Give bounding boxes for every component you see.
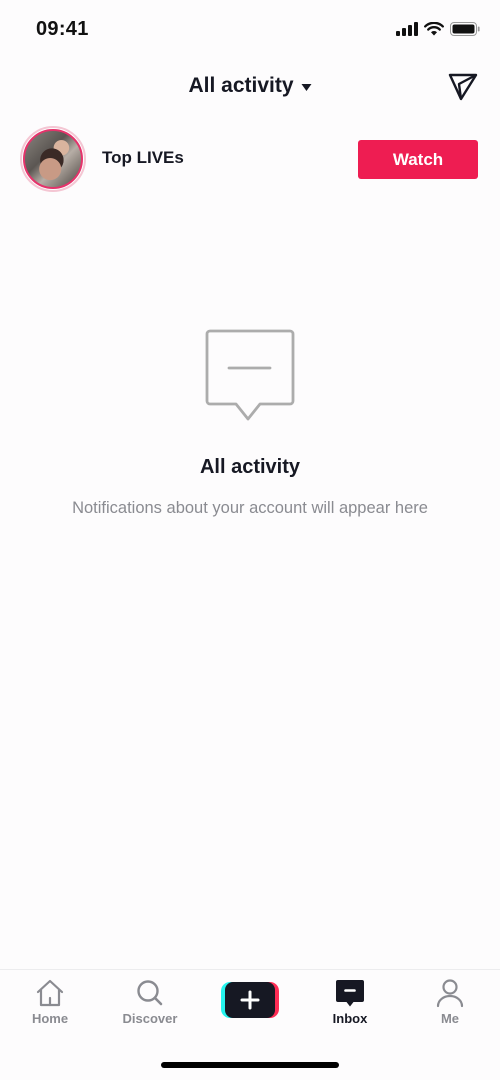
watch-button[interactable]: Watch	[358, 140, 478, 179]
tab-discover[interactable]: Discover	[110, 978, 190, 1026]
tab-home[interactable]: Home	[10, 978, 90, 1026]
search-icon	[137, 980, 163, 1006]
empty-state: All activity Notifications about your ac…	[0, 328, 500, 518]
tab-inbox-label: Inbox	[332, 1011, 368, 1026]
tab-home-label: Home	[31, 1011, 69, 1026]
send-direct-message-icon	[448, 73, 478, 101]
create-button-core	[225, 982, 275, 1018]
direct-messages-button[interactable]	[446, 70, 480, 104]
cellular-signal-icon	[396, 22, 418, 36]
create-button[interactable]	[221, 982, 279, 1018]
tab-me-label: Me	[440, 1011, 460, 1026]
activity-filter-dropdown[interactable]: All activity	[188, 74, 312, 98]
status-bar: 09:41	[0, 0, 500, 60]
tab-discover-label: Discover	[122, 1011, 178, 1026]
top-lives-row: Top LIVEs Watch	[0, 124, 500, 196]
inbox-icon	[336, 980, 364, 1007]
create-plus-icon	[240, 990, 260, 1010]
home-indicator[interactable]	[161, 1062, 339, 1068]
avatar	[23, 129, 83, 189]
empty-state-subtitle: Notifications about your account will ap…	[72, 499, 428, 517]
home-icon	[36, 979, 64, 1007]
status-time: 09:41	[36, 18, 89, 40]
caret-down-icon	[301, 83, 312, 91]
empty-state-title: All activity	[199, 456, 301, 478]
page-title: All activity	[188, 74, 294, 97]
wifi-icon	[424, 22, 444, 36]
top-lives-label: Top LIVEs	[102, 148, 184, 167]
empty-message-icon	[205, 329, 295, 421]
header: All activity	[0, 64, 500, 112]
status-icons	[396, 22, 480, 36]
tab-me[interactable]: Me	[410, 978, 490, 1026]
tab-inbox[interactable]: Inbox	[310, 978, 390, 1026]
profile-icon	[436, 979, 464, 1008]
live-avatar-button[interactable]	[20, 126, 86, 192]
battery-icon	[450, 22, 480, 36]
